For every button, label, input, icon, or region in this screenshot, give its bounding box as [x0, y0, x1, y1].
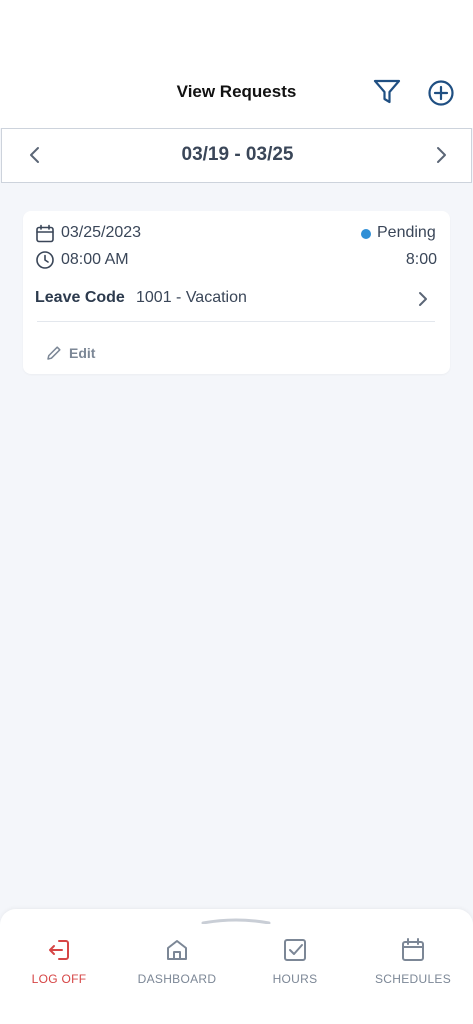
drag-handle[interactable] — [201, 918, 271, 924]
nav-dashboard-label: DASHBOARD — [137, 972, 217, 986]
bottom-navigation: LOG OFF DASHBOARD HOURS SCHEDULES — [0, 909, 473, 1024]
edit-button[interactable]: Edit — [45, 342, 125, 364]
leave-code-label: Leave Code — [35, 289, 125, 306]
top-header: View Requests — [0, 0, 473, 128]
log-off-icon — [49, 940, 69, 960]
nav-hours[interactable]: HOURS — [236, 936, 354, 996]
filter-button[interactable] — [372, 78, 402, 106]
next-week-button[interactable] — [430, 143, 452, 167]
plus-circle-icon — [428, 80, 454, 106]
pencil-icon — [47, 346, 61, 360]
request-date: 03/25/2023 — [61, 224, 142, 241]
nav-hours-label: HOURS — [272, 972, 318, 986]
chevron-right-icon — [437, 147, 446, 163]
calendar-icon — [402, 938, 424, 961]
status-dot — [361, 229, 371, 239]
leave-code-details-button[interactable] — [414, 289, 432, 309]
nav-log-off-label: LOG OFF — [31, 972, 87, 986]
calendar-icon — [36, 224, 54, 243]
page-title: View Requests — [176, 82, 297, 101]
nav-dashboard[interactable]: DASHBOARD — [118, 936, 236, 996]
home-icon — [167, 940, 187, 960]
checkbox-icon — [284, 939, 306, 961]
edit-label: Edit — [69, 345, 96, 361]
nav-log-off[interactable]: LOG OFF — [0, 936, 118, 996]
request-time: 08:00 AM — [61, 251, 129, 268]
status-badge: Pending — [377, 224, 436, 241]
nav-schedules-label: SCHEDULES — [374, 972, 452, 986]
card-divider — [37, 321, 435, 322]
add-request-button[interactable] — [426, 78, 456, 108]
request-card[interactable]: 03/25/2023 08:00 AM Pending 8:00 Leave C… — [23, 211, 450, 374]
week-selector: 03/19 - 03/25 — [1, 128, 472, 183]
chevron-right-icon — [419, 292, 427, 306]
week-range-label: 03/19 - 03/25 — [181, 144, 294, 165]
clock-icon — [36, 251, 54, 269]
filter-icon — [373, 79, 401, 104]
leave-code-value: 1001 - Vacation — [136, 289, 247, 306]
request-hours: 8:00 — [405, 251, 437, 268]
nav-schedules[interactable]: SCHEDULES — [354, 936, 472, 996]
